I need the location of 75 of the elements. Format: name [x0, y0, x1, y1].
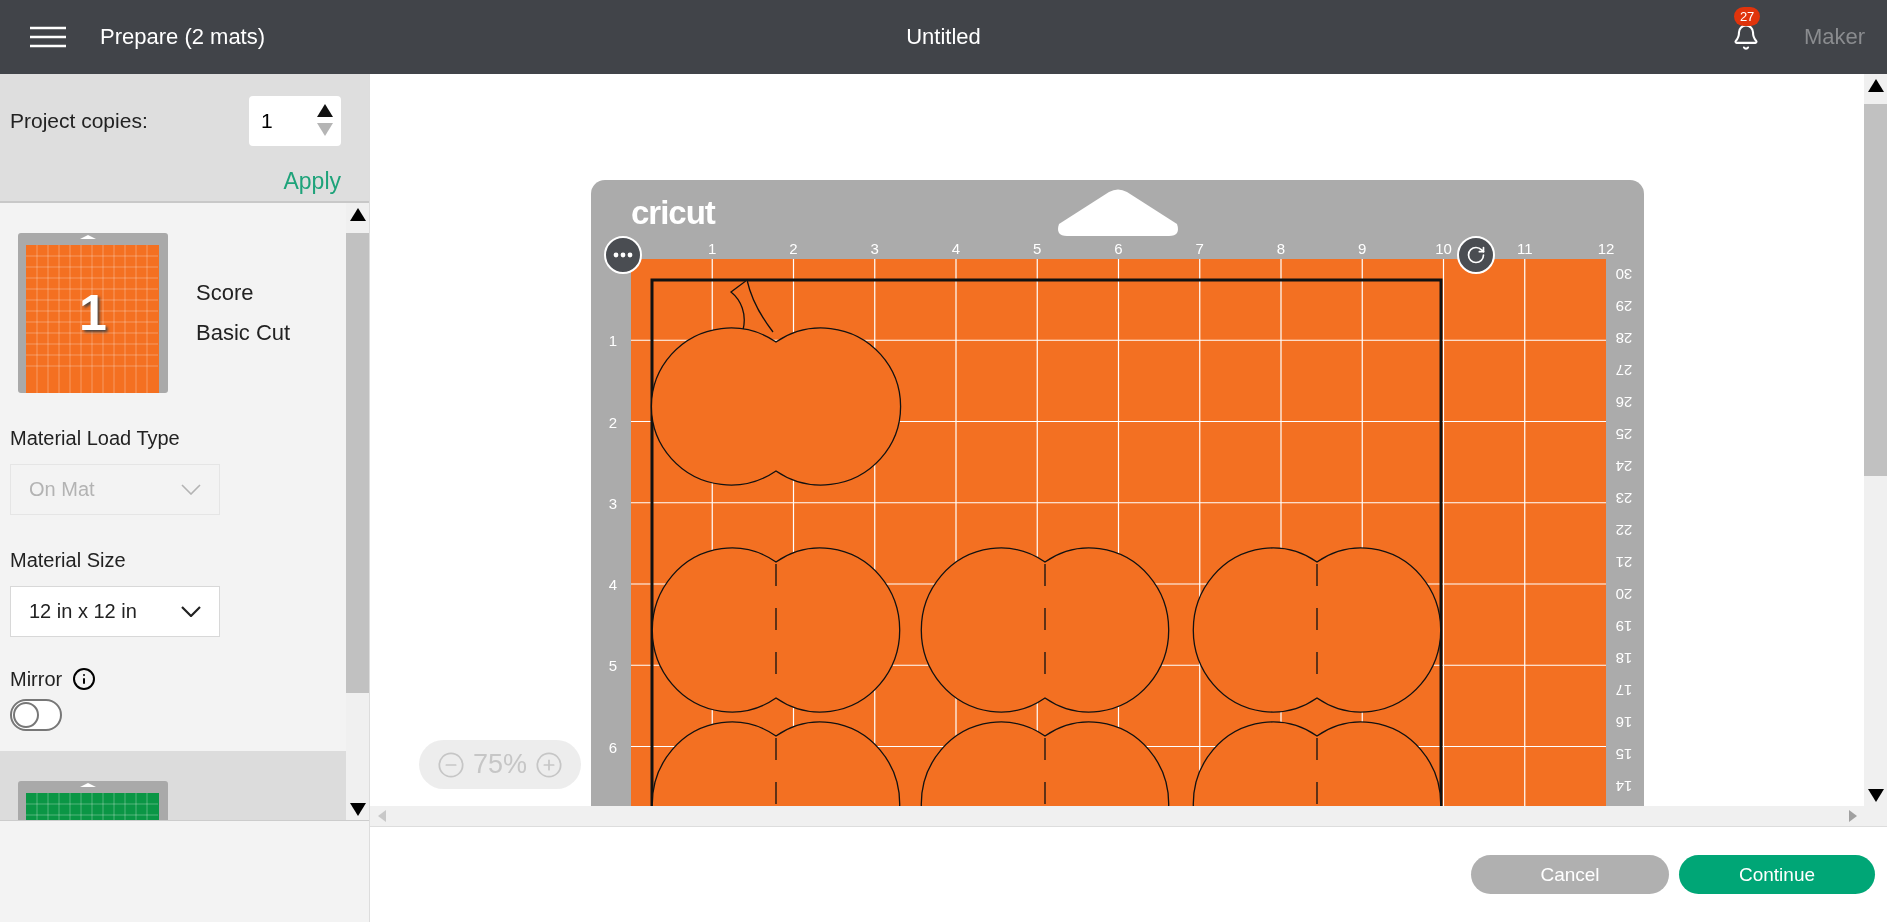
ruler-number: 15: [1615, 745, 1633, 763]
ruler-number: 10: [1435, 239, 1452, 257]
ruler-number: 21: [1615, 553, 1633, 571]
ruler-number: 24: [1615, 457, 1633, 475]
ruler-number: 28: [1615, 329, 1633, 347]
mat-thumbnail[interactable]: [18, 233, 168, 393]
scrollbar-thumb[interactable]: [346, 233, 369, 693]
ruler-number: 22: [1615, 521, 1633, 539]
mat-number: 1: [79, 284, 107, 342]
ruler-number: 2: [608, 413, 618, 430]
ruler-number: 5: [608, 656, 618, 674]
ruler-number: 8: [1276, 239, 1286, 257]
ruler-number: 4: [951, 239, 961, 257]
scroll-left-icon[interactable]: [378, 810, 386, 822]
ruler-number: 6: [1114, 239, 1123, 257]
scroll-up-icon: [1867, 78, 1884, 92]
up-triangle-icon: [317, 104, 333, 117]
ruler-number: 17: [1615, 681, 1633, 699]
material-size-select[interactable]: 12 in x 12 in: [10, 586, 220, 637]
page-title: Prepare (2 mats): [100, 24, 266, 50]
scroll-right-icon[interactable]: [1849, 810, 1857, 822]
operation-label: Score: [196, 280, 255, 306]
more-button[interactable]: [604, 236, 642, 274]
ruler-number: 6: [608, 738, 618, 755]
ruler-number: 3: [608, 494, 618, 512]
apply-link[interactable]: Apply: [283, 168, 341, 195]
copies-label: Project copies:: [10, 109, 149, 133]
chevron-down-icon: [181, 484, 201, 495]
scroll-up-icon: [349, 207, 366, 221]
increment-button[interactable]: [317, 104, 333, 117]
zoom-out-button[interactable]: [436, 750, 465, 779]
copies-field[interactable]: 1: [249, 96, 341, 146]
ruler-number: 7: [1195, 239, 1204, 257]
mirror-toggle[interactable]: [10, 699, 62, 731]
mat-logo: cricut: [631, 194, 715, 232]
zoom-in-button[interactable]: [535, 750, 563, 779]
ruler-number: 19: [1615, 617, 1633, 635]
ruler-number: 14: [1615, 777, 1633, 795]
rotate-button[interactable]: [1457, 236, 1495, 274]
ruler-number: 5: [1033, 239, 1042, 257]
ruler-number: 30: [1615, 265, 1633, 283]
ruler-number: 16: [1615, 713, 1633, 731]
info-icon[interactable]: [72, 667, 97, 691]
operation-label: Basic Cut: [196, 320, 291, 346]
menu-icon[interactable]: [30, 26, 66, 48]
field-label: Material Size: [10, 549, 127, 572]
ruler-number: 27: [1615, 361, 1633, 379]
chevron-down-icon: [181, 606, 201, 617]
machine-name[interactable]: Maker: [1803, 24, 1865, 50]
cancel-button[interactable]: Cancel: [1471, 855, 1669, 894]
mirror-label: Mirror: [10, 667, 63, 691]
ruler-number: 12: [1597, 239, 1615, 257]
ruler-number: 1: [708, 239, 717, 257]
scroll-down-icon: [349, 802, 366, 816]
ruler-number: 26: [1615, 393, 1633, 411]
more-icon: [613, 252, 633, 258]
notification-count: 27: [1733, 7, 1761, 26]
ruler-number: 18: [1615, 649, 1633, 667]
ruler-number: 11: [1516, 239, 1533, 257]
ruler-number: 9: [1358, 239, 1367, 257]
ruler-number: 1: [608, 331, 618, 349]
ruler-number: 2: [789, 239, 798, 257]
rotate-icon: [1466, 245, 1486, 265]
ruler-number: 29: [1615, 297, 1633, 315]
ruler-number: 3: [870, 239, 879, 257]
scrollbar-thumb[interactable]: [1864, 104, 1887, 476]
ruler-number: 23: [1615, 489, 1633, 507]
down-triangle-icon: [317, 123, 333, 136]
ruler-number: 4: [608, 575, 618, 593]
ruler-number: 25: [1615, 425, 1633, 443]
field-label: Material Load Type: [10, 427, 181, 450]
project-name: Untitled: [906, 24, 981, 50]
continue-button[interactable]: Continue: [1679, 855, 1875, 894]
ruler-number: 20: [1615, 585, 1633, 603]
scroll-down-icon: [1867, 788, 1884, 802]
